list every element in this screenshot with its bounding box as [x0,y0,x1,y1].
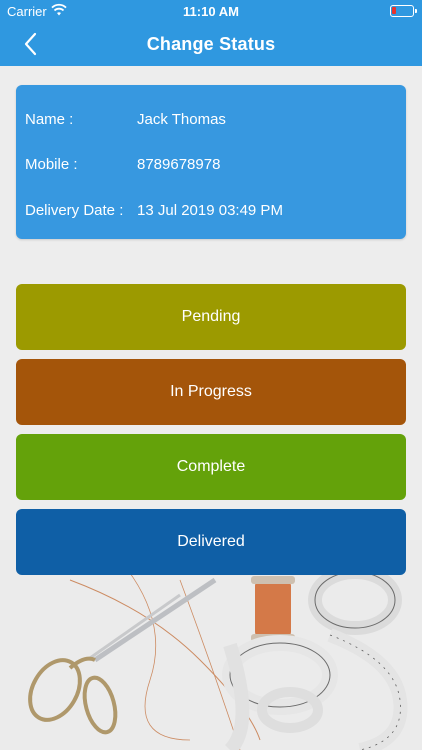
pending-button[interactable]: Pending [16,284,406,350]
order-info-card: Name : Jack Thomas Mobile : 8789678978 D… [16,85,406,239]
delivery-date-value: 13 Jul 2019 03:49 PM [137,202,283,219]
delivery-date-row: Delivery Date : 13 Jul 2019 03:49 PM [16,202,406,222]
name-label: Name : [25,111,74,128]
battery-level-indicator [392,7,396,14]
complete-button[interactable]: Complete [16,434,406,500]
change-status-screen: Carrier 11:10 AM Change Status Name : Ja… [0,0,422,750]
mobile-value: 8789678978 [137,156,221,173]
navigation-bar: Change Status [0,22,422,66]
status-bar: Carrier 11:10 AM [0,0,422,22]
delivery-date-label: Delivery Date : [25,202,124,219]
mobile-row: Mobile : 8789678978 [16,156,406,176]
in-progress-button[interactable]: In Progress [16,359,406,425]
name-value: Jack Thomas [137,111,226,128]
page-title: Change Status [146,34,276,54]
name-row: Name : Jack Thomas [16,111,406,131]
mobile-label: Mobile : [25,156,78,173]
delivered-button[interactable]: Delivered [16,509,406,575]
battery-icon [390,5,417,17]
clock-label: 11:10 AM [183,4,239,19]
